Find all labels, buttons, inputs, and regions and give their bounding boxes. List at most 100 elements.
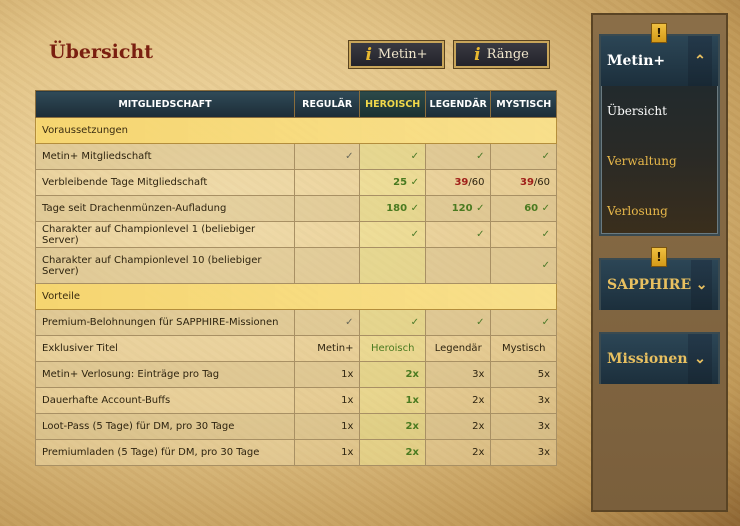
chevron-up-icon: ⌃: [688, 36, 712, 86]
row-label: Charakter auf Championlevel 10 (beliebig…: [35, 247, 295, 284]
check-icon: ✓: [476, 229, 485, 240]
table-row: Metin+ Mitgliedschaft ✓ ✓ ✓ ✓: [35, 143, 557, 170]
cell-value: 5x: [490, 361, 557, 388]
cell-value-red: 39: [454, 177, 469, 188]
section-label: Voraussetzungen: [35, 117, 557, 144]
cell-value: 25 ✓: [393, 177, 419, 188]
cell-value: 3x: [490, 387, 557, 414]
check-icon: ✓: [410, 317, 419, 328]
table-row: Dauerhafte Account-Buffs 1x 1x 2x 3x: [35, 387, 557, 414]
check-icon: ✓: [345, 151, 354, 162]
cell-value: 3x: [490, 413, 557, 440]
cell-value: Metin+: [293, 335, 361, 362]
header-heroisch: HEROISCH: [359, 90, 426, 118]
section-label: Vorteile: [35, 283, 557, 310]
section-row-vorteile: Vorteile: [35, 283, 557, 310]
cell-value: Legendär: [424, 335, 492, 362]
cell-empty: [293, 169, 361, 196]
membership-table: MITGLIEDSCHAFT REGULÄR HEROISCH LEGENDÄR…: [35, 90, 557, 466]
table-header-row: MITGLIEDSCHAFT REGULÄR HEROISCH LEGENDÄR…: [35, 90, 557, 118]
cell-value: 3x: [424, 361, 492, 388]
section-row-voraussetzungen: Voraussetzungen: [35, 117, 557, 144]
check-icon: ✓: [541, 229, 550, 240]
cell-value: 2x: [405, 421, 419, 432]
cell-value-suffix: /60: [468, 177, 485, 188]
row-label: Loot-Pass (5 Tage) für DM, pro 30 Tage: [35, 413, 295, 440]
metin-plus-button-label: Metin+: [377, 47, 428, 62]
row-label: Metin+ Verlosung: Einträge pro Tag: [35, 361, 295, 388]
table-row: Metin+ Verlosung: Einträge pro Tag 1x 2x…: [35, 361, 557, 388]
cell-value: 2x: [424, 439, 492, 466]
header-legendaer: LEGENDÄR: [424, 90, 492, 118]
header-regulaer: REGULÄR: [293, 90, 361, 118]
table-row: Charakter auf Championlevel 1 (beliebige…: [35, 221, 557, 248]
cell-value: 2x: [405, 369, 419, 380]
check-icon: ✓: [476, 151, 485, 162]
table-row: Tage seit Drachenmünzen-Aufladung 180 ✓ …: [35, 195, 557, 222]
table-row: Charakter auf Championlevel 10 (beliebig…: [35, 247, 557, 284]
nav-item-verwaltung[interactable]: Verwaltung: [601, 136, 718, 186]
check-icon: ✓: [541, 317, 550, 328]
cell-value: 3x: [490, 439, 557, 466]
notification-badge: !: [651, 247, 667, 267]
nav-header-label: SAPPHIRE: [607, 277, 692, 293]
row-label: Verbleibende Tage Mitgliedschaft: [35, 169, 295, 196]
check-icon: ✓: [476, 317, 485, 328]
cell-empty: [359, 247, 426, 284]
cell-empty: [424, 247, 492, 284]
nav-item-uebersicht[interactable]: Übersicht: [601, 86, 718, 136]
table-row: Premium-Belohnungen für SAPPHIRE-Mission…: [35, 309, 557, 336]
cell-value: 1x: [293, 361, 361, 388]
cell-value: Heroisch: [370, 343, 415, 354]
nav-panel-missionen: Missionen ⌄: [599, 332, 720, 384]
raenge-info-button[interactable]: i Ränge: [454, 41, 549, 68]
cell-value: 1x: [293, 387, 361, 414]
raenge-button-label: Ränge: [486, 47, 529, 62]
nav-header-sapphire[interactable]: SAPPHIRE ⌄: [601, 260, 718, 310]
check-icon: ✓: [541, 260, 550, 271]
cell-value: 120 ✓: [451, 203, 485, 214]
nav-header-missionen[interactable]: Missionen ⌄: [601, 334, 718, 384]
info-icon: i: [365, 44, 372, 65]
nav-header-label: Metin+: [607, 53, 666, 69]
row-label: Metin+ Mitgliedschaft: [35, 143, 295, 170]
cell-value: 2x: [405, 447, 419, 458]
cell-empty: [293, 195, 361, 222]
check-icon: ✓: [541, 151, 550, 162]
check-icon: ✓: [345, 317, 354, 328]
table-row: Premiumladen (5 Tage) für DM, pro 30 Tag…: [35, 439, 557, 466]
row-label: Dauerhafte Account-Buffs: [35, 387, 295, 414]
check-icon: ✓: [410, 229, 419, 240]
notification-badge: !: [651, 23, 667, 43]
nav-panel-metin-plus: Metin+ ⌃ Übersicht Verwaltung Verlosung: [599, 34, 720, 236]
info-icon: i: [474, 44, 481, 65]
cell-value: 180 ✓: [386, 203, 419, 214]
cell-value: Mystisch: [490, 335, 557, 362]
cell-value: 60 ✓: [524, 203, 550, 214]
table-row: Loot-Pass (5 Tage) für DM, pro 30 Tage 1…: [35, 413, 557, 440]
cell-empty: [293, 221, 361, 248]
row-label: Exklusiver Titel: [35, 335, 295, 362]
page-title: Übersicht: [49, 41, 154, 63]
row-label: Premium-Belohnungen für SAPPHIRE-Mission…: [35, 309, 295, 336]
header-mystisch: MYSTISCH: [490, 90, 557, 118]
cell-value-red: 39: [519, 177, 534, 188]
cell-value: 2x: [424, 413, 492, 440]
nav-header-label: Missionen: [607, 351, 688, 367]
nav-header-metin-plus[interactable]: Metin+ ⌃: [601, 36, 718, 86]
header-mitgliedschaft: MITGLIEDSCHAFT: [35, 90, 295, 118]
row-label: Tage seit Drachenmünzen-Aufladung: [35, 195, 295, 222]
cell-value: 1x: [293, 439, 361, 466]
row-label: Premiumladen (5 Tage) für DM, pro 30 Tag…: [35, 439, 295, 466]
nav-item-verlosung[interactable]: Verlosung: [601, 186, 718, 236]
metin-plus-info-button[interactable]: i Metin+: [349, 41, 444, 68]
table-row: Exklusiver Titel Metin+ Heroisch Legendä…: [35, 335, 557, 362]
cell-value: 1x: [405, 395, 419, 406]
cell-value: 1x: [293, 413, 361, 440]
cell-value-suffix: /60: [533, 177, 550, 188]
table-row: Verbleibende Tage Mitgliedschaft 25 ✓ 39…: [35, 169, 557, 196]
chevron-down-icon: ⌄: [691, 260, 712, 310]
check-icon: ✓: [410, 151, 419, 162]
cell-empty: [293, 247, 361, 284]
cell-value: 2x: [424, 387, 492, 414]
